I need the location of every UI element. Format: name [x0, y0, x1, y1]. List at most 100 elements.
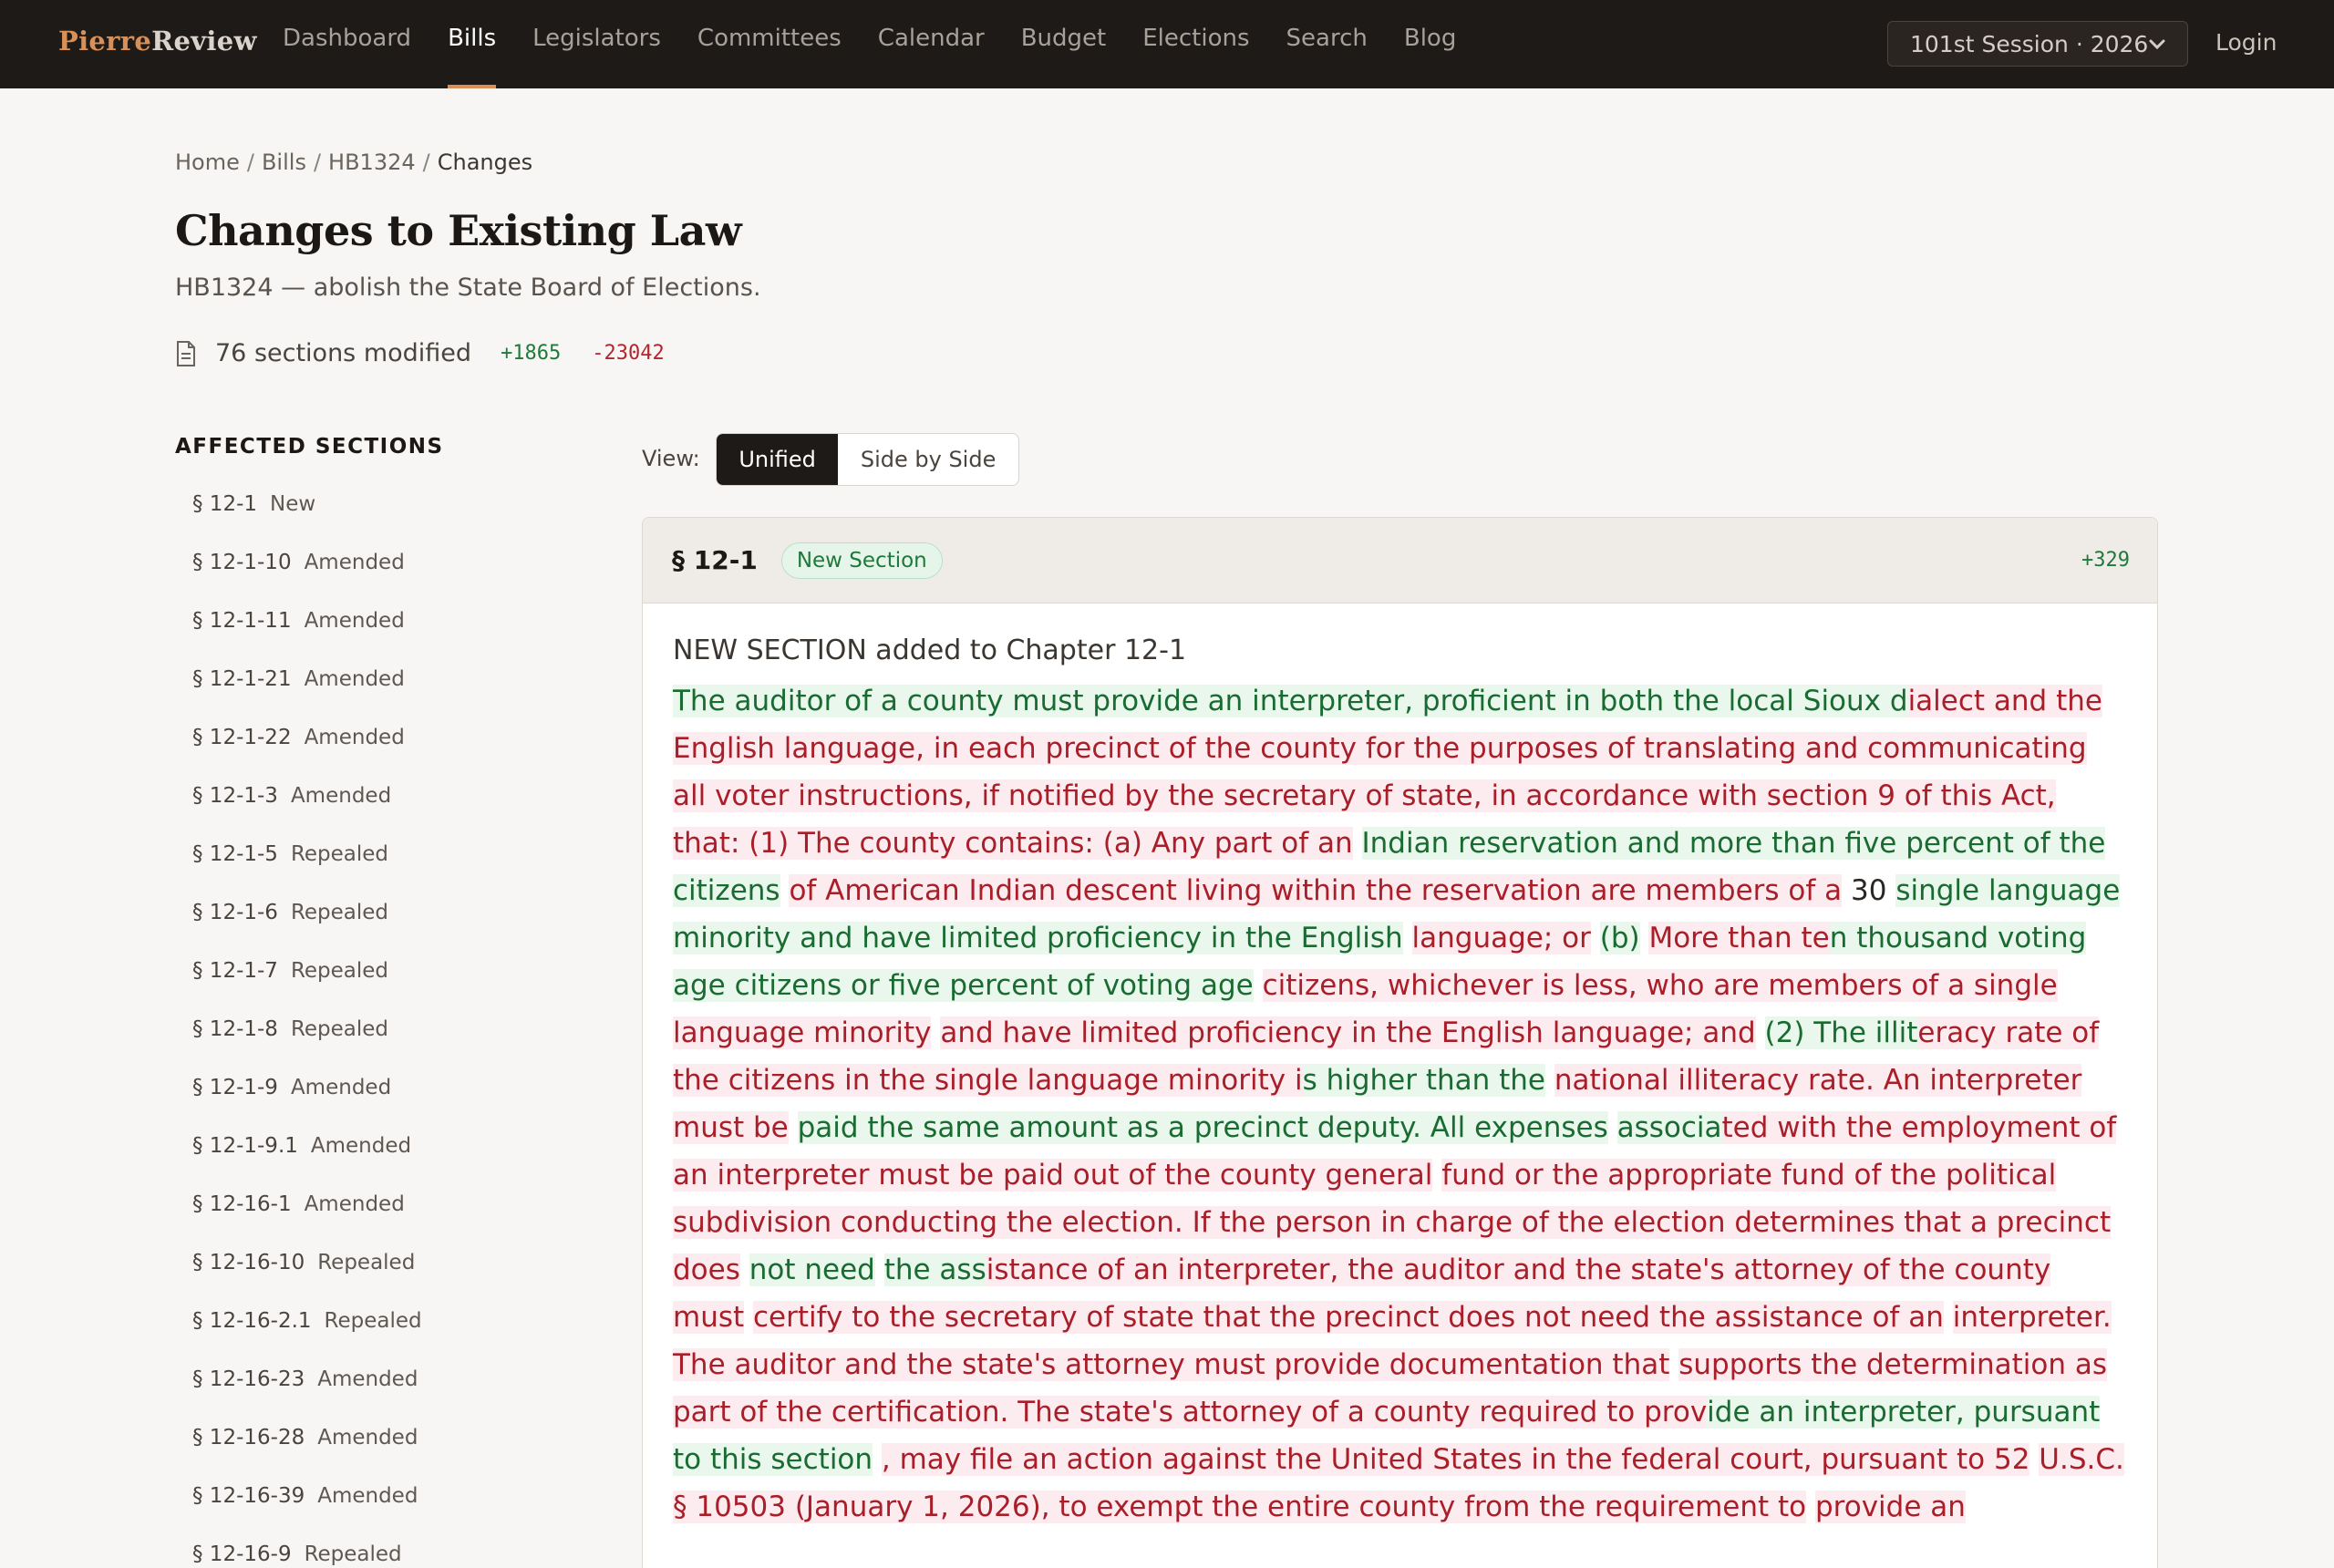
diff-added-text: (2) The illit	[1764, 1016, 1918, 1049]
sidebar-item-status: Amended	[304, 609, 405, 633]
sidebar-item-status: Repealed	[324, 1309, 422, 1333]
sidebar-item-status: Repealed	[317, 1251, 416, 1274]
sidebar-item[interactable]: § 12-16-39 Amended	[192, 1484, 422, 1542]
main-nav: Dashboard Bills Legislators Committees C…	[283, 0, 1492, 88]
unified-view-button[interactable]: Unified	[717, 434, 839, 485]
sidebar-item[interactable]: § 12-16-10 Repealed	[192, 1251, 422, 1309]
sidebar-item-section: § 12-16-10	[192, 1251, 305, 1274]
login-link[interactable]: Login	[2215, 29, 2277, 56]
breadcrumb-separator: /	[313, 150, 322, 175]
sidebar-item-section: § 12-16-23	[192, 1367, 305, 1391]
breadcrumb-current: Changes	[437, 150, 533, 175]
nav-committees[interactable]: Committees	[697, 0, 842, 88]
diff-unchanged-text	[1403, 922, 1412, 954]
sidebar-item-status: Repealed	[290, 959, 389, 983]
sidebar-item[interactable]: § 12-1-11 Amended	[192, 609, 422, 667]
diff-unchanged-text	[873, 1443, 882, 1476]
diff-deleted-text: (1) The county contains:	[749, 827, 1103, 860]
breadcrumb-bill[interactable]: HB1324	[328, 150, 416, 175]
deletions-count: -23042	[592, 342, 665, 365]
diff-unchanged-text	[780, 874, 790, 907]
nav-elections[interactable]: Elections	[1142, 0, 1249, 88]
sidebar-item[interactable]: § 12-1 New	[192, 492, 422, 551]
sidebar-item[interactable]: § 12-16-23 Amended	[192, 1367, 422, 1426]
diff-added-text: s higher than the	[1302, 1064, 1545, 1097]
sidebar-item-section: § 12-1-5	[192, 842, 278, 866]
view-label: View:	[642, 446, 700, 471]
diff-unchanged-text: 30	[1842, 874, 1896, 907]
breadcrumb-separator: /	[422, 150, 430, 175]
sidebar-item[interactable]: § 12-1-8 Repealed	[192, 1017, 422, 1076]
diff-unchanged-text	[1669, 1348, 1678, 1381]
section-intro: NEW SECTION added to Chapter 12-1	[673, 634, 1187, 666]
nav-dashboard[interactable]: Dashboard	[283, 0, 411, 88]
diff-unchanged-text	[875, 1253, 884, 1286]
sidebar-item-section: § 12-1-8	[192, 1017, 278, 1041]
sidebar-item[interactable]: § 12-1-10 Amended	[192, 551, 422, 609]
section-id: § 12-1	[672, 545, 758, 575]
diff-deleted-text: and have limited proficiency in the Engl…	[940, 1016, 1756, 1049]
sidebar-item-status: Amended	[304, 726, 405, 749]
diff-added-text: paid the same amount as a precinct deput…	[797, 1111, 1608, 1144]
sidebar-item-status: Repealed	[290, 1017, 389, 1041]
sidebar-item[interactable]: § 12-1-9 Amended	[192, 1076, 422, 1134]
breadcrumb-bills[interactable]: Bills	[262, 150, 306, 175]
session-select[interactable]: 101st Session · 2026	[1887, 21, 2188, 67]
sidebar-item[interactable]: § 12-1-7 Repealed	[192, 959, 422, 1017]
diff-text: The auditor of a county must provide an …	[673, 677, 2128, 1531]
sidebar-item[interactable]: § 12-16-1 Amended	[192, 1192, 422, 1251]
document-icon	[175, 340, 197, 367]
diff-deleted-text: (a) Any part of an	[1102, 827, 1353, 860]
sidebar-item-status: Amended	[304, 551, 405, 574]
sidebar-item-section: § 12-16-39	[192, 1484, 305, 1508]
diff-deleted-text: The state's attorney of a county require…	[1017, 1396, 1708, 1429]
sidebar-item[interactable]: § 12-1-9.1 Amended	[192, 1134, 422, 1192]
diff-unchanged-text	[1608, 1111, 1617, 1144]
nav-search[interactable]: Search	[1286, 0, 1368, 88]
diff-unchanged-text	[1254, 969, 1263, 1002]
breadcrumb-separator: /	[246, 150, 254, 175]
diff-unchanged-text	[789, 1111, 798, 1144]
sidebar-item[interactable]: § 12-1-22 Amended	[192, 726, 422, 784]
nav-legislators[interactable]: Legislators	[532, 0, 661, 88]
sidebar-item[interactable]: § 12-1-6 Repealed	[192, 901, 422, 959]
diff-unchanged-text	[931, 1016, 940, 1049]
diff-deleted-text: certify to the secretary of state that t…	[753, 1301, 1944, 1334]
sidebar-item-status: Amended	[304, 667, 405, 691]
diff-unchanged-text	[1756, 1016, 1765, 1049]
diff-added-text: not need	[749, 1253, 875, 1286]
diff-deleted-text: , may file an action against the United …	[881, 1443, 2030, 1476]
affected-sections-heading: AFFECTED SECTIONS	[175, 435, 444, 459]
section-diff-card: § 12-1 New Section +329 NEW SECTION adde…	[642, 517, 2158, 1568]
diff-deleted-text: provide an	[1814, 1491, 1966, 1523]
sidebar-item-section: § 12-1-10	[192, 551, 292, 574]
diff-unchanged-text	[1640, 922, 1649, 954]
sidebar-item-status: Amended	[317, 1426, 418, 1449]
sidebar-item-section: § 12-1-9	[192, 1076, 278, 1099]
nav-budget[interactable]: Budget	[1021, 0, 1107, 88]
sidebar-item[interactable]: § 12-16-2.1 Repealed	[192, 1309, 422, 1367]
breadcrumb-home[interactable]: Home	[175, 150, 240, 175]
site-logo[interactable]: PierreReview	[58, 26, 257, 57]
nav-bills[interactable]: Bills	[448, 0, 497, 88]
sidebar-item-status: Amended	[317, 1484, 418, 1508]
diff-unchanged-text	[744, 1301, 753, 1334]
nav-blog[interactable]: Blog	[1404, 0, 1456, 88]
diff-added-text: the ass	[883, 1253, 986, 1286]
sidebar-item-section: § 12-1-9.1	[192, 1134, 298, 1158]
nav-calendar[interactable]: Calendar	[878, 0, 985, 88]
sidebar-item-section: § 12-1	[192, 492, 258, 516]
sidebar-item[interactable]: § 12-1-21 Amended	[192, 667, 422, 726]
logo-part-1: Pierre	[58, 26, 152, 57]
diff-deleted-text: More than te	[1648, 922, 1830, 954]
sidebar-item-status: Amended	[290, 784, 392, 808]
sidebar-item-section: § 12-1-11	[192, 609, 292, 633]
sidebar-item-section: § 12-16-2.1	[192, 1309, 312, 1333]
change-stats: 76 sections modified +1865 -23042	[175, 339, 665, 367]
sidebar-item[interactable]: § 12-1-5 Repealed	[192, 842, 422, 901]
sidebar-item-section: § 12-1-21	[192, 667, 292, 691]
sidebar-item[interactable]: § 12-1-3 Amended	[192, 784, 422, 842]
sidebar-item[interactable]: § 12-16-9 Repealed	[192, 1542, 422, 1568]
sidebar-item[interactable]: § 12-16-28 Amended	[192, 1426, 422, 1484]
side-by-side-view-button[interactable]: Side by Side	[838, 434, 1018, 485]
